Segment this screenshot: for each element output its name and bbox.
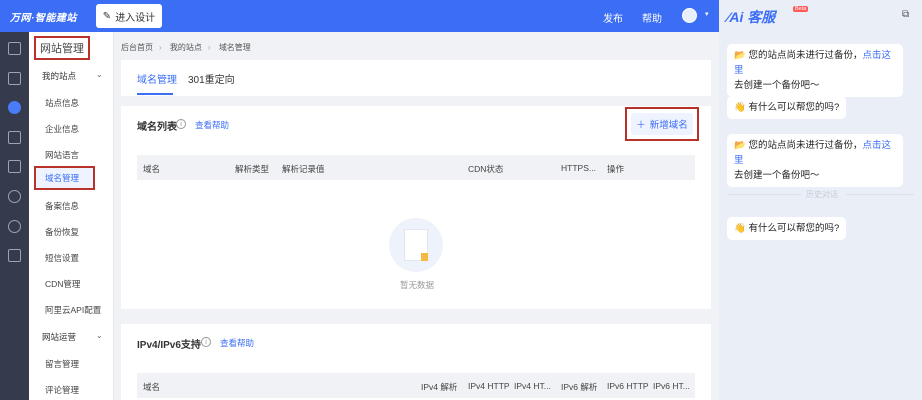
sidebar-item-cdn[interactable]: CDN管理: [45, 278, 80, 290]
brand-logo[interactable]: 万网·智能建站: [10, 9, 77, 24]
column-record-type: 解析类型: [235, 164, 270, 174]
chat-message-text: 您的站点尚未进行过备份，: [748, 50, 863, 61]
add-domain-label: 新增域名: [649, 120, 688, 131]
folder-icon: 📂: [734, 140, 746, 151]
column-ipv6-resolve: IPv6 解析: [561, 382, 598, 392]
settings-icon[interactable]: [8, 220, 21, 233]
document-icon[interactable]: [8, 72, 21, 85]
history-label: 历史对话: [806, 190, 838, 199]
ipv6-title: IPv4/IPv6支持: [137, 340, 201, 351]
sidebar-item-sms[interactable]: 短信设置: [45, 252, 79, 264]
wave-icon: 👋: [734, 102, 746, 113]
empty-state-text: 暂无数据: [400, 280, 435, 290]
column-ipv6-http: IPv6 HTTP: [607, 381, 649, 391]
chat-message: 📂 您的站点尚未进行过备份，点击这里 去创建一个备份吧～: [727, 134, 903, 187]
breadcrumb-current: 域名管理: [218, 43, 251, 52]
sidebar-item-domain[interactable]: 域名管理: [34, 166, 95, 190]
chat-message: 📂 您的站点尚未进行过备份，点击这里 去创建一个备份吧～: [727, 44, 903, 97]
chevron-down-icon[interactable]: ⌄: [96, 70, 103, 79]
sidebar-item-company-info[interactable]: 企业信息: [45, 123, 79, 135]
domain-help-link[interactable]: 查看帮助: [195, 119, 229, 131]
bag-icon[interactable]: [8, 160, 21, 173]
sidebar-item-aliyun-api[interactable]: 阿里云API配置: [45, 304, 101, 316]
sidebar-item-comments[interactable]: 评论管理: [45, 384, 79, 396]
sidebar-group-operation[interactable]: 网站运营: [42, 331, 76, 343]
globe-icon[interactable]: [8, 101, 21, 114]
chevron-down-icon[interactable]: ⌄: [96, 331, 103, 340]
home-icon[interactable]: [8, 42, 21, 55]
tab-redirect[interactable]: 301重定向: [188, 71, 235, 86]
column-ipv4-resolve: IPv4 解析: [421, 382, 458, 392]
column-https: HTTPS...: [561, 163, 596, 173]
sidebar-group-my-site[interactable]: 我的站点: [42, 70, 76, 82]
sidebar: [29, 32, 114, 400]
breadcrumb-home[interactable]: 后台首页: [121, 43, 153, 52]
breadcrumb: 后台首页 › 我的站点 › 域名管理: [121, 43, 251, 52]
caret-down-icon[interactable]: ▾: [705, 10, 709, 18]
publish-link[interactable]: 发布: [603, 10, 623, 25]
chat-message-text: 有什么可以帮您的吗?: [748, 223, 840, 234]
info-icon[interactable]: i: [176, 119, 186, 129]
beta-badge: Beta: [793, 6, 809, 12]
sidebar-item-language[interactable]: 网站语言: [45, 149, 79, 161]
chat-message: 👋 有什么可以帮您的吗?: [727, 96, 847, 119]
folder-icon: 📂: [734, 50, 746, 61]
divider: [846, 194, 914, 195]
sidebar-item-backup[interactable]: 备份恢复: [45, 226, 79, 238]
breadcrumb-my-site[interactable]: 我的站点: [170, 43, 202, 52]
sidebar-item-site-info[interactable]: 站点信息: [45, 97, 79, 109]
column-ipv4-https: IPv4 HT...: [514, 381, 551, 391]
plus-icon: ＋: [636, 120, 646, 131]
column-domain: 域名: [143, 382, 161, 392]
trash-icon[interactable]: [8, 249, 21, 262]
help-link[interactable]: 帮助: [642, 10, 662, 25]
tab-domain[interactable]: 域名管理: [137, 71, 177, 86]
domain-list-title: 域名列表: [137, 122, 177, 133]
chat-message-text: 有什么可以帮您的吗?: [748, 102, 840, 113]
chat-message-text: 去创建一个备份吧～: [734, 170, 820, 181]
column-actions: 操作: [607, 164, 625, 174]
collapse-icon[interactable]: ⧉: [902, 9, 909, 20]
column-domain: 域名: [143, 164, 161, 174]
column-ipv6-https: IPv6 HT...: [653, 381, 690, 391]
enter-design-button[interactable]: ✎ 进入设计: [96, 4, 162, 28]
ai-logo-text: Ai 客服: [729, 9, 776, 25]
column-record-value: 解析记录值: [282, 164, 325, 174]
info-icon[interactable]: i: [201, 337, 211, 347]
ipv6-help-link[interactable]: 查看帮助: [220, 337, 254, 349]
avatar[interactable]: [682, 8, 697, 23]
enter-design-label: 进入设计: [115, 12, 156, 24]
icon-rail: [0, 32, 29, 400]
chat-message: 👋 有什么可以帮您的吗?: [727, 217, 847, 240]
add-domain-button[interactable]: ＋ 新增域名: [625, 107, 699, 141]
chat-message-text: 您的站点尚未进行过备份，: [748, 140, 863, 151]
sidebar-item-messages[interactable]: 留言管理: [45, 358, 79, 370]
column-ipv4-http: IPv4 HTTP: [468, 381, 510, 391]
wave-icon: 👋: [734, 223, 746, 234]
sidebar-item-icp[interactable]: 备案信息: [45, 200, 79, 212]
chat-message-text: 去创建一个备份吧～: [734, 80, 820, 91]
edit-icon: ✎: [102, 10, 112, 22]
users-icon[interactable]: [8, 190, 21, 203]
tab-indicator: [137, 93, 173, 95]
column-cdn-status: CDN状态: [468, 164, 504, 174]
divider: [727, 194, 801, 195]
ai-service-logo: ⁄Ai 客服: [727, 9, 776, 25]
empty-fold-icon: [421, 253, 428, 261]
sidebar-title: 网站管理: [34, 36, 90, 60]
list-icon[interactable]: [8, 131, 21, 144]
